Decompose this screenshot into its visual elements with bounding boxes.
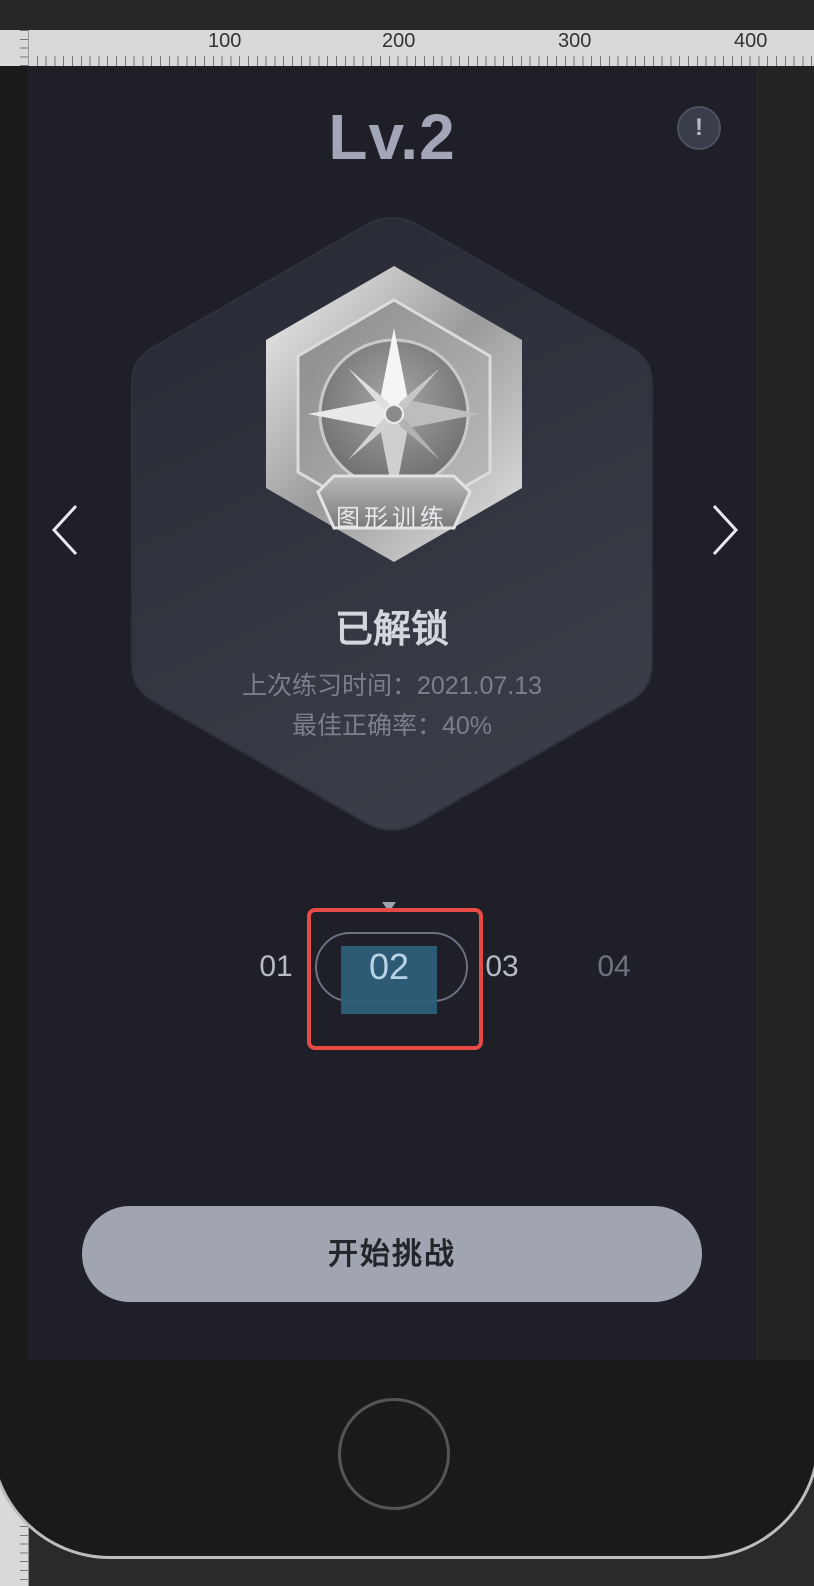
ruler-label: 200: [382, 30, 416, 52]
unlock-status: 已解锁: [334, 609, 449, 651]
chevron-right-icon[interactable]: [704, 502, 744, 558]
ruler-label: 400: [734, 30, 768, 52]
annotation-highlight-box: [307, 908, 483, 1050]
badge-label: 图形训练: [336, 505, 448, 532]
horizontal-ruler: 100 200 300 400: [28, 30, 814, 67]
ruler-label: 300: [558, 30, 592, 52]
level-option-01[interactable]: 01: [246, 950, 306, 984]
level-title: Lv.2: [328, 101, 456, 173]
info-icon[interactable]: !: [677, 106, 721, 150]
chevron-left-icon[interactable]: [46, 502, 86, 558]
ruler-label: 100: [208, 30, 242, 52]
best-accuracy: 最佳正确率：40%: [291, 712, 493, 740]
start-challenge-button[interactable]: 开始挑战: [82, 1206, 702, 1302]
level-option-04[interactable]: 04: [584, 950, 644, 984]
last-practice-time: 上次练习时间：2021.07.13: [241, 672, 543, 700]
top-bar: [0, 0, 814, 30]
home-button[interactable]: [338, 1398, 450, 1510]
phone-bezel: [756, 66, 814, 1360]
app-screen: Lv.2 ! 图形训练 已解锁 上次练习时间：2021.07.13 最佳正确率：…: [28, 66, 756, 1360]
